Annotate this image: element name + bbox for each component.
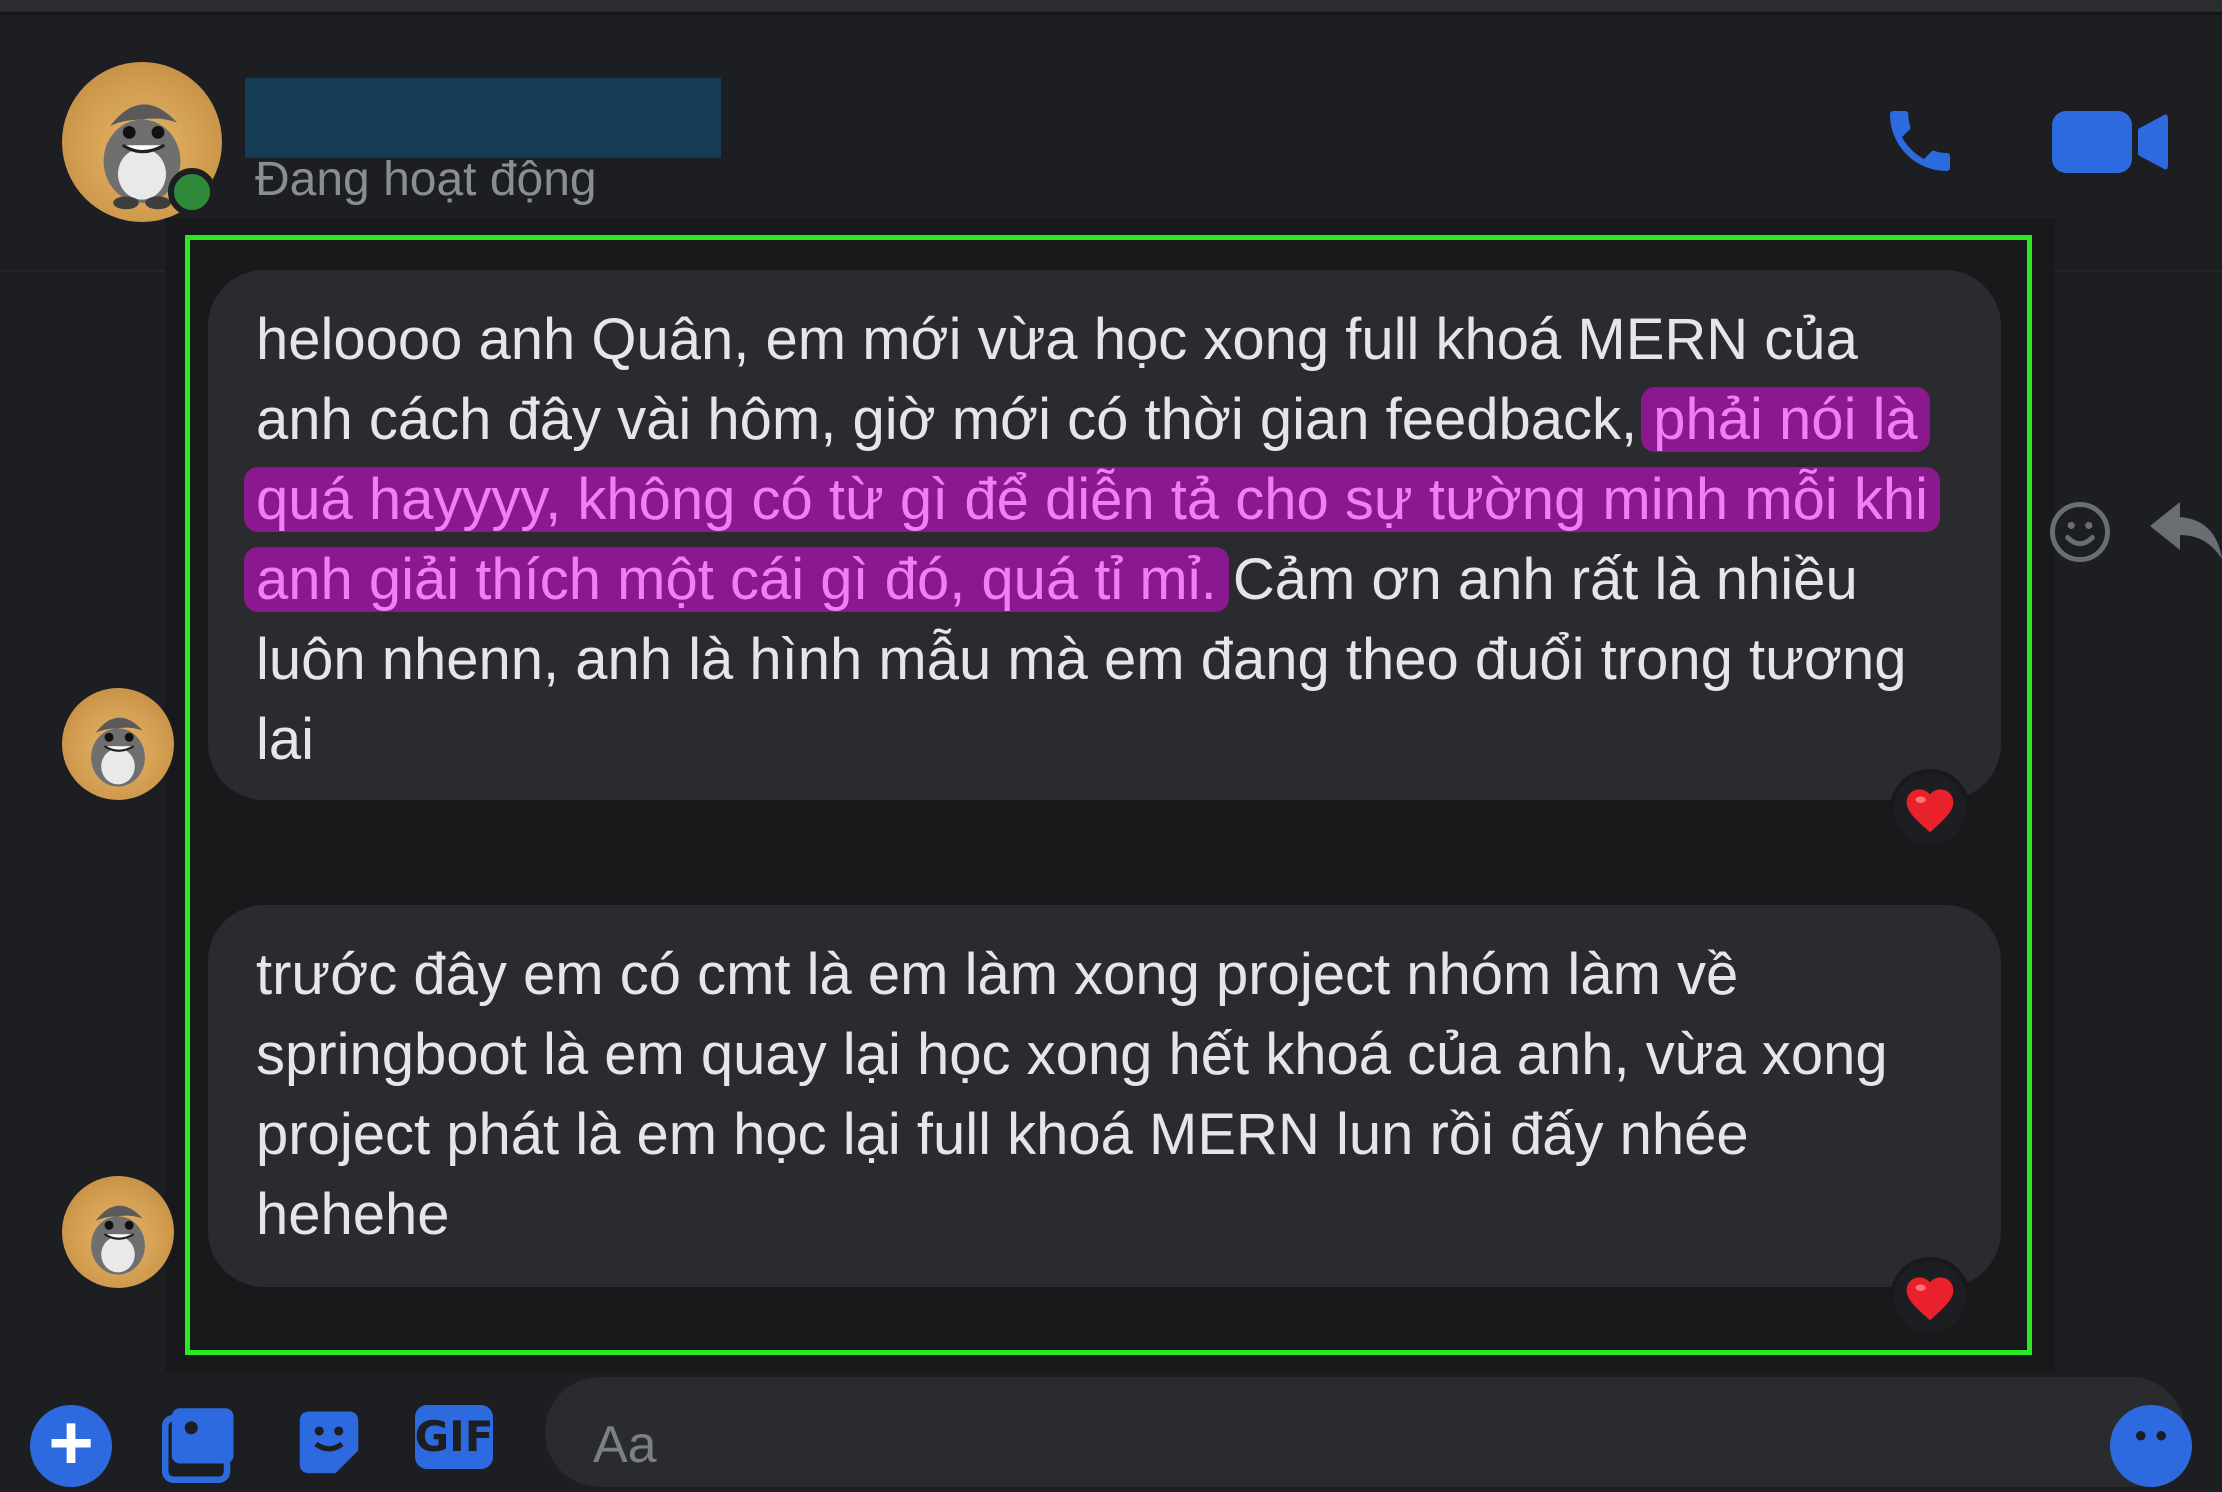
- sticker-icon[interactable]: [290, 1405, 368, 1483]
- contact-status: Đang hoạt động: [255, 153, 597, 206]
- phone-icon[interactable]: [1870, 96, 1970, 186]
- emoji-react-icon[interactable]: [2040, 492, 2120, 572]
- shark-avatar-image: [91, 717, 145, 787]
- message-input-placeholder: Aa: [593, 1416, 657, 1474]
- gif-icon[interactable]: GIF: [415, 1405, 493, 1469]
- image-icon[interactable]: [162, 1405, 240, 1483]
- top-border: [0, 0, 2222, 15]
- selection-highlight-frame: [185, 235, 2032, 1355]
- contact-name-redacted: [245, 78, 721, 158]
- reply-icon[interactable]: [2150, 492, 2222, 572]
- sender-avatar[interactable]: [62, 688, 174, 800]
- emoji-icon[interactable]: [2110, 1405, 2192, 1487]
- video-call-icon[interactable]: [2050, 100, 2170, 184]
- plus-icon[interactable]: +: [30, 1403, 112, 1487]
- shark-avatar-image: [91, 1205, 145, 1275]
- sender-avatar[interactable]: [62, 1176, 174, 1288]
- online-status-dot: [168, 168, 216, 216]
- message-input[interactable]: Aa: [545, 1377, 2185, 1487]
